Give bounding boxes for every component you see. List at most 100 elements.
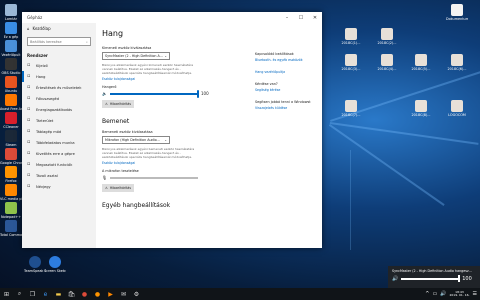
mic-test-label: A mikrofon tesztelése: [102, 169, 139, 173]
desktop-icon-label: 2018C(5)...: [411, 67, 431, 71]
related-link[interactable]: Visszajelzés küldése: [255, 106, 315, 110]
desktop-icon[interactable]: Ez a gép: [0, 22, 22, 41]
sidebar-item[interactable]: ▫ Többfeladatos munka: [22, 137, 96, 148]
related-settings: Kapcsolódó beállítások Bluetooth- és egyé…: [255, 52, 315, 118]
input-properties-link[interactable]: Eszköz tulajdonságai: [102, 161, 245, 165]
desktop-icon[interactable]: OBS Studio: [0, 58, 22, 77]
flyout-volume-slider[interactable]: 🔊 100: [392, 275, 476, 282]
desktop-icon[interactable]: Vezérlőpult: [0, 40, 22, 59]
firefox-icon[interactable]: ●: [91, 288, 104, 300]
task-view-icon[interactable]: ❐: [26, 288, 39, 300]
sidebar-item[interactable]: ▫ Energiagazdálkodás: [22, 104, 96, 115]
file-explorer-icon[interactable]: ▬: [52, 288, 65, 300]
input-heading: Bemenet: [102, 118, 130, 125]
input-device-dropdown[interactable]: Mikrofon (High Definition Audio... ⌄: [102, 136, 170, 144]
desktop-icon[interactable]: Total Commander: [0, 220, 22, 239]
desktop-icon[interactable]: TeamSpeak 3 Client: [24, 256, 46, 275]
monitor-icon: ▫: [27, 62, 31, 68]
related-section-title: Segítsen jobbá tenni a Windowst: [255, 100, 311, 104]
close-button[interactable]: ✕: [308, 12, 322, 23]
app-icon: [5, 76, 17, 88]
desktop-icon[interactable]: 2018C(5)...: [410, 54, 432, 73]
desktop-icon[interactable]: VLC media player: [0, 184, 22, 203]
output-troubleshoot-button[interactable]: ⚠ Hibaelhárítás: [102, 100, 134, 108]
related-link[interactable]: Bluetooth- és egyéb eszközök: [255, 58, 315, 62]
desktop-icon-label: TeamSpeak 3 Client: [24, 269, 46, 273]
edge-icon[interactable]: e: [39, 288, 52, 300]
output-properties-link[interactable]: Eszköz tulajdonságai: [102, 77, 245, 81]
sidebar-item[interactable]: ▫ Megosztott funkciók: [22, 159, 96, 170]
sidebar-item[interactable]: ▫ Fókuszsegéd: [22, 93, 96, 104]
desktop-icon[interactable]: 2018C(7)...: [340, 100, 362, 119]
desktop-icon-label: OBS Studio: [1, 71, 21, 75]
settings-gear-icon[interactable]: ⚙: [130, 288, 143, 300]
app-icon: [381, 28, 393, 40]
desktop-icon[interactable]: Dokumentum: [446, 4, 468, 23]
desktop-icon[interactable]: Google Chrome: [0, 148, 22, 167]
sidebar-item[interactable]: ▫ Táblagép mód: [22, 126, 96, 137]
mail-icon[interactable]: ✉: [117, 288, 130, 300]
microphone-icon: 🎙: [102, 175, 108, 180]
speaker-icon[interactable]: 🔊: [440, 291, 446, 297]
desktop-icon[interactable]: 2018C(3)...: [340, 54, 362, 73]
desktop-icon[interactable]: LOGOCOM: [446, 100, 468, 119]
chevron-up-icon[interactable]: ^: [425, 291, 429, 297]
other-sound-heading: Egyéb hangbeállítások: [102, 202, 171, 209]
desktop-icon[interactable]: Lomtár: [0, 4, 22, 23]
volume-slider[interactable]: 🔈 100: [102, 89, 245, 98]
flyout-volume-fill: [401, 278, 460, 280]
desktop-icon[interactable]: 2018C(4)...: [376, 54, 398, 73]
input-device-value: Mikrofon (High Definition Audio...: [105, 138, 160, 142]
flyout-volume-thumb[interactable]: [458, 275, 461, 282]
desktop-icon[interactable]: Avast Free Antivirus: [0, 94, 22, 113]
output-description: Bizonyos alkalmazások egyéni kimeneti es…: [102, 63, 194, 75]
related-link[interactable]: Segítség kérése: [255, 88, 315, 92]
start-button[interactable]: ⊞: [0, 288, 13, 300]
volume-thumb[interactable]: [196, 89, 199, 98]
desktop-icon[interactable]: Steam: [0, 130, 22, 149]
desktop-icon[interactable]: CCleaner: [0, 112, 22, 131]
app-icon: [451, 100, 463, 112]
clock[interactable]: 18:43 2019. 01. 16.: [449, 290, 469, 298]
flyout-device-name[interactable]: SyncMaster (2 - High Definition Audio ha…: [392, 269, 476, 273]
sidebar-item[interactable]: ▫ Hang: [22, 71, 96, 82]
sidebar-item-label: Értesítések és műveletek: [36, 85, 82, 90]
desktop-icon-label: CCleaner: [3, 125, 19, 129]
chrome-icon[interactable]: ●: [78, 288, 91, 300]
desktop-icon[interactable]: 2018C(2)...: [376, 28, 398, 47]
desktop-icon-label: 2018C(4)...: [377, 67, 397, 71]
search-icon[interactable]: ⌕: [13, 288, 26, 300]
multitask-icon: ▫: [27, 139, 31, 145]
media-player-icon[interactable]: ▶: [104, 288, 117, 300]
output-device-dropdown[interactable]: SyncMaster (2 - High Definition A... ⌄: [102, 52, 170, 60]
app-icon: [345, 28, 357, 40]
related-link[interactable]: Hang vezérlőpultja: [255, 70, 315, 74]
sidebar-item[interactable]: ▫ Kijelző: [22, 60, 96, 71]
input-troubleshoot-button[interactable]: ⚠ Hibaelhárítás: [102, 184, 134, 192]
output-troubleshoot-label: Hibaelhárítás: [109, 102, 131, 106]
desktop-icon-label: 2018C(3)...: [341, 67, 361, 71]
desktop-icon[interactable]: 2018C(8)...: [410, 100, 432, 119]
wrench-icon: ⚠: [105, 102, 108, 106]
desktop-icon[interactable]: 2018C(1)...: [340, 28, 362, 47]
desktop-icon[interactable]: Screen Sketch: [44, 256, 66, 275]
maximize-button[interactable]: ☐: [294, 12, 308, 23]
search-input[interactable]: Beállítás keresése ⌕: [27, 37, 91, 46]
sidebar-item-label: Energiagazdálkodás: [36, 107, 73, 112]
sidebar-item[interactable]: ▫ Kivetítés erre a gépre: [22, 148, 96, 159]
desktop-icon[interactable]: Notepad++: [0, 202, 22, 221]
desktop-icon[interactable]: Firefox: [0, 166, 22, 185]
minimize-button[interactable]: –: [280, 12, 294, 23]
action-center-icon[interactable]: ☰: [473, 291, 477, 297]
desktop-icon[interactable]: 2018C(6)...: [446, 54, 468, 73]
sidebar-item[interactable]: ▫ Távoli asztal: [22, 170, 96, 181]
desktop-icon[interactable]: Ubuntu: [0, 76, 22, 95]
sidebar-item[interactable]: ▫ Tárterület: [22, 115, 96, 126]
main-content: Hang Kimeneti eszköz kiválasztása SyncMa…: [102, 23, 245, 248]
sidebar-item[interactable]: ▫ Névjegy: [22, 181, 96, 192]
store-icon[interactable]: 🛍: [65, 288, 78, 300]
home-link[interactable]: ⌂ Kezdőlap: [22, 23, 96, 34]
sidebar-item[interactable]: ▫ Értesítések és műveletek: [22, 82, 96, 93]
info-icon: ▫: [27, 183, 31, 189]
network-icon[interactable]: ▭: [433, 291, 438, 297]
